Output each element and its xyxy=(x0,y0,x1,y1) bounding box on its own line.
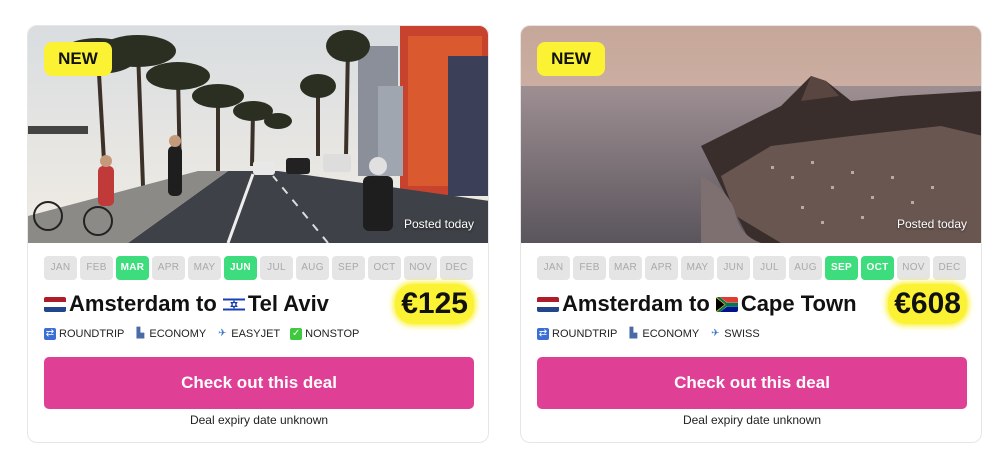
tag-nonstop: ✓ NONSTOP xyxy=(290,328,359,340)
airplane-icon: ✈ xyxy=(711,328,720,339)
deal-card[interactable]: NEW Posted today JAN FEB MAR APR MAY JUN JUL AU… xyxy=(27,25,489,443)
route-title[interactable]: Amsterdam to Tel Aviv xyxy=(44,288,329,320)
month-nov[interactable]: NOV xyxy=(404,256,437,280)
check-icon: ✓ xyxy=(290,328,303,340)
route-connector: to xyxy=(196,291,217,316)
seat-icon: ▙ xyxy=(136,328,145,339)
tag-label: SWISS xyxy=(724,328,760,340)
tag-label: ROUNDTRIP xyxy=(59,328,125,340)
origin-city: Amsterdam xyxy=(69,291,191,316)
tag-label: ROUNDTRIP xyxy=(552,328,618,340)
month-dec[interactable]: DEC xyxy=(933,256,966,280)
month-aug[interactable]: AUG xyxy=(296,256,329,280)
tag-roundtrip: ⇄ ROUNDTRIP xyxy=(537,328,617,340)
posted-date: Posted today xyxy=(896,217,967,231)
month-jun[interactable]: JUN xyxy=(717,256,750,280)
destination-photo[interactable]: NEW Posted today xyxy=(521,26,981,243)
month-apr[interactable]: APR xyxy=(645,256,678,280)
check-out-deal-button[interactable]: Check out this deal xyxy=(537,357,967,409)
month-nov[interactable]: NOV xyxy=(897,256,930,280)
month-mar[interactable]: MAR xyxy=(116,256,149,280)
seat-icon: ▙ xyxy=(629,328,638,339)
month-aug[interactable]: AUG xyxy=(789,256,822,280)
new-badge: NEW xyxy=(537,42,605,76)
airplane-icon: ✈ xyxy=(218,328,227,339)
tag-class: ▙ ECONOMY xyxy=(627,328,700,340)
tag-class: ▙ ECONOMY xyxy=(134,328,207,340)
posted-date: Posted today xyxy=(403,217,474,231)
route-title[interactable]: Amsterdam to Cape Town xyxy=(537,288,857,320)
price: €608 xyxy=(888,284,967,324)
month-may[interactable]: MAY xyxy=(188,256,221,280)
new-badge: NEW xyxy=(44,42,112,76)
month-dec[interactable]: DEC xyxy=(440,256,473,280)
month-jul[interactable]: JUL xyxy=(260,256,293,280)
deal-expiry: Deal expiry date unknown xyxy=(682,413,822,427)
deal-tags: ⇄ ROUNDTRIP ▙ ECONOMY ✈ SWISS xyxy=(537,328,760,340)
month-selector: JAN FEB MAR APR MAY JUN JUL AUG SEP OCT NOV DEC xyxy=(44,256,473,280)
month-may[interactable]: MAY xyxy=(681,256,714,280)
roundtrip-icon: ⇄ xyxy=(537,328,549,340)
month-oct[interactable]: OCT xyxy=(368,256,401,280)
deal-tags: ⇄ ROUNDTRIP ▙ ECONOMY ✈ EASYJET ✓ NONSTO… xyxy=(44,328,359,340)
origin-city: Amsterdam xyxy=(562,291,684,316)
month-selector: JAN FEB MAR APR MAY JUN JUL AUG SEP OCT NOV DEC xyxy=(537,256,966,280)
tag-roundtrip: ⇄ ROUNDTRIP xyxy=(44,328,124,340)
price: €125 xyxy=(395,284,474,324)
deal-expiry: Deal expiry date unknown xyxy=(189,413,329,427)
destination-city: Tel Aviv xyxy=(247,291,329,316)
il-flag-icon xyxy=(222,296,245,312)
month-sep[interactable]: SEP xyxy=(825,256,858,280)
destination-city: Cape Town xyxy=(740,291,857,316)
tag-label: NONSTOP xyxy=(305,328,360,340)
tag-airline: ✈ SWISS xyxy=(709,328,760,340)
month-jul[interactable]: JUL xyxy=(753,256,786,280)
deal-card[interactable]: NEW Posted today JAN FEB MAR APR MAY JUN JUL AU… xyxy=(520,25,982,443)
route-connector: to xyxy=(689,291,710,316)
month-feb[interactable]: FEB xyxy=(573,256,606,280)
za-flag-icon xyxy=(715,296,738,312)
tag-airline: ✈ EASYJET xyxy=(216,328,280,340)
tag-label: EASYJET xyxy=(231,328,281,340)
month-oct[interactable]: OCT xyxy=(861,256,894,280)
nl-flag-icon xyxy=(44,296,66,312)
tag-label: ECONOMY xyxy=(149,328,207,340)
nl-flag-icon xyxy=(537,296,559,312)
tag-label: ECONOMY xyxy=(642,328,700,340)
month-jun[interactable]: JUN xyxy=(224,256,257,280)
month-mar[interactable]: MAR xyxy=(609,256,642,280)
month-jan[interactable]: JAN xyxy=(537,256,570,280)
destination-photo[interactable]: NEW Posted today xyxy=(28,26,488,243)
month-apr[interactable]: APR xyxy=(152,256,185,280)
month-jan[interactable]: JAN xyxy=(44,256,77,280)
month-feb[interactable]: FEB xyxy=(80,256,113,280)
month-sep[interactable]: SEP xyxy=(332,256,365,280)
check-out-deal-button[interactable]: Check out this deal xyxy=(44,357,474,409)
roundtrip-icon: ⇄ xyxy=(44,328,56,340)
